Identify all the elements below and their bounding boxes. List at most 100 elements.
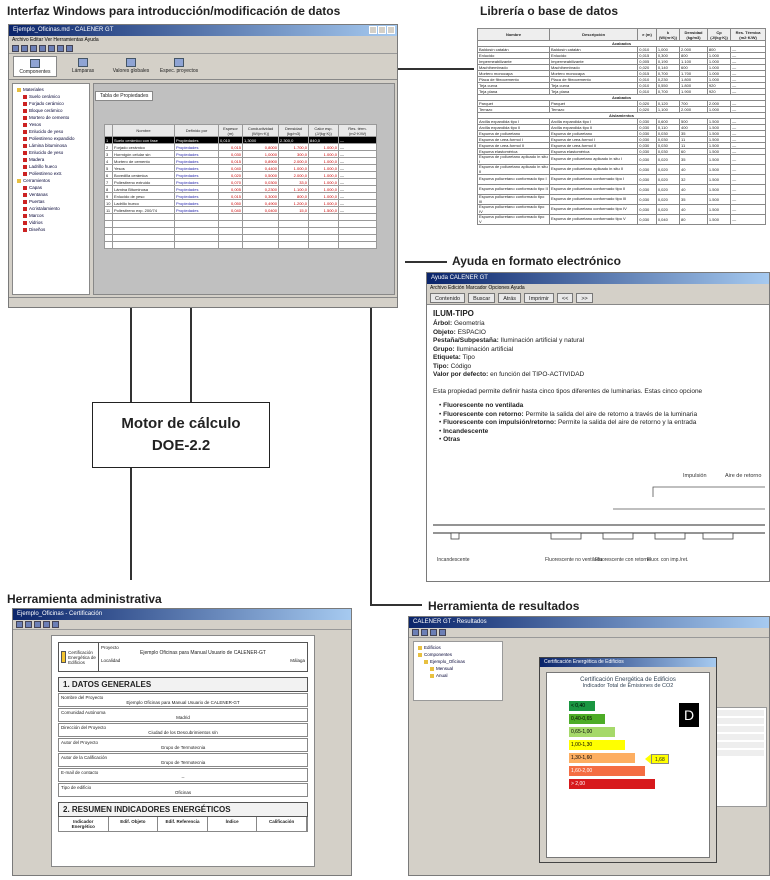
table-cell[interactable]: 1.100,0	[278, 185, 309, 193]
tree-item[interactable]: Marcos	[15, 212, 87, 219]
tree-item[interactable]: Ventanas	[15, 191, 87, 198]
table-cell[interactable]: 0,015	[218, 143, 243, 151]
open-icon[interactable]	[412, 629, 419, 636]
table-cell[interactable]: 0,015	[218, 192, 243, 200]
paste-icon[interactable]	[57, 45, 64, 52]
interfaz-menubar[interactable]: Archivo Editar Ver Herramientas Ayuda	[9, 36, 397, 44]
table-cell[interactable]: Suelo cerámico con fase	[112, 136, 175, 144]
table-cell[interactable]: 1.000,0	[278, 164, 309, 172]
table-cell[interactable]: 0,030	[218, 150, 243, 158]
print-icon[interactable]	[439, 629, 446, 636]
ayuda-menubar[interactable]: Archivo Edición Marcador Opciones Ayuda	[427, 284, 769, 292]
table-cell[interactable]: Propiedades	[174, 157, 219, 165]
table-cell[interactable]: 1.000,0	[308, 185, 339, 193]
table-cell[interactable]: 8	[104, 185, 113, 193]
tree-item[interactable]: Poliestireno extr.	[15, 170, 87, 177]
chart-icon[interactable]	[430, 629, 437, 636]
tab-componentes[interactable]: Componentes	[13, 56, 57, 77]
table-cell[interactable]: 7	[104, 178, 113, 186]
table-cell[interactable]: 5	[104, 164, 113, 172]
table-cell[interactable]: 2	[104, 143, 113, 151]
zoom-icon[interactable]	[34, 621, 41, 628]
table-cell[interactable]: Propiedades	[174, 136, 219, 144]
table-cell[interactable]: Bovedilla cerámica	[112, 171, 175, 179]
prev-page-icon[interactable]	[43, 621, 50, 628]
ayuda-button[interactable]: Atrás	[498, 293, 522, 303]
tree-item[interactable]: Ladrillo hueco	[15, 163, 87, 170]
table-cell[interactable]: Lámina Bituminosa	[112, 185, 175, 193]
table-cell[interactable]: 1.000,0	[308, 150, 339, 158]
tree-item[interactable]: Enlucido de yeso	[15, 149, 87, 156]
table-cell[interactable]: 15,0	[278, 206, 309, 214]
table-cell[interactable]: 0,4400	[242, 164, 279, 172]
table-cell[interactable]: Propiedades	[174, 164, 219, 172]
table-cell[interactable]: 0,3000	[242, 192, 279, 200]
table-cell[interactable]: 0,0400	[242, 206, 279, 214]
table-cell[interactable]: Hormigón celular sin	[112, 150, 175, 158]
table-cell[interactable]: 33,0	[278, 178, 309, 186]
tree-item[interactable]: Puertas	[15, 198, 87, 205]
grid-column-header[interactable]: Conductividad (W/(m·K))	[242, 124, 279, 137]
tree-item[interactable]: Yesos	[15, 121, 87, 128]
tree-item[interactable]: Acristalamiento	[15, 205, 87, 212]
grid-column-header[interactable]: Espesor (m)	[218, 124, 243, 137]
tree-item[interactable]: Bloque cerámico	[15, 107, 87, 114]
table-row[interactable]: 9 Enlucido de yeso Propiedades 0,015 0,3000 8…	[104, 192, 377, 200]
table-cell[interactable]: 1.000,0	[308, 143, 339, 151]
cut-icon[interactable]	[39, 45, 46, 52]
table-cell[interactable]: Propiedades	[174, 150, 219, 158]
table-cell[interactable]: 0,050	[218, 199, 243, 207]
tree-item[interactable]: Diseños	[15, 226, 87, 233]
table-cell[interactable]: 0,040	[218, 164, 243, 172]
table-cell[interactable]: 0,070	[218, 178, 243, 186]
table-cell[interactable]: 1.000,0	[308, 171, 339, 179]
tree-item[interactable]: Suelo cerámico	[15, 93, 87, 100]
minimize-button[interactable]	[369, 26, 377, 34]
table-cell[interactable]: —	[338, 164, 377, 172]
table-cell[interactable]: —	[338, 171, 377, 179]
tree-item[interactable]: Poliestireno expandido	[15, 135, 87, 142]
ayuda-button[interactable]: Contenido	[430, 293, 466, 303]
table-cell[interactable]: 300,0	[278, 150, 309, 158]
table-cell[interactable]: Propiedades	[174, 199, 219, 207]
tree-item[interactable]: Mortero de cemento	[15, 114, 87, 121]
table-cell[interactable]: Forjado cerámico	[112, 143, 175, 151]
table-cell[interactable]: 1.000,0	[308, 192, 339, 200]
help-icon[interactable]	[66, 45, 73, 52]
table-cell[interactable]: Mortero de cemento	[112, 157, 175, 165]
table-cell[interactable]: 2.000,0	[278, 171, 309, 179]
table-cell[interactable]: —	[338, 178, 377, 186]
tree-item[interactable]: Capas	[15, 184, 87, 191]
table-cell[interactable]: Propiedades	[174, 206, 219, 214]
grid-column-header[interactable]: Calor esp. (J/(kg·K))	[308, 124, 339, 137]
ayuda-button[interactable]: <<	[556, 293, 574, 303]
table-cell[interactable]: —	[338, 150, 377, 158]
table-cell[interactable]: Propiedades	[174, 192, 219, 200]
ayuda-button[interactable]: >>	[576, 293, 593, 303]
table-cell[interactable]: 0,020	[218, 171, 243, 179]
grid-column-header[interactable]: Definido por	[174, 124, 219, 137]
table-row[interactable]: 2 Forjado cerámico Propiedades 0,015 0,8000 1…	[104, 143, 377, 151]
table-cell[interactable]: 840,0	[308, 136, 339, 144]
table-cell[interactable]: 1,3000	[242, 136, 279, 144]
results-tree-item[interactable]: Componentes	[416, 651, 500, 658]
results-tree-item[interactable]: Anual	[416, 672, 500, 679]
table-row[interactable]: 7 Poliestireno extruido Propiedades 0,070 0,…	[104, 178, 377, 186]
new-icon[interactable]	[12, 45, 19, 52]
maximize-button[interactable]	[378, 26, 386, 34]
table-cell[interactable]: Poliestireno exp. 200/74	[112, 206, 175, 214]
table-cell[interactable]: —	[338, 143, 377, 151]
ayuda-button[interactable]: Imprimir	[524, 293, 554, 303]
table-row[interactable]: 4 Mortero de cemento Propiedades 0,015 0,890…	[104, 157, 377, 165]
table-cell[interactable]: 1.200,0	[278, 199, 309, 207]
table-cell[interactable]: 0,005	[218, 185, 243, 193]
table-row[interactable]: 1 Suelo cerámico con fase Propiedades 0,010…	[104, 136, 377, 144]
results-tree-item[interactable]: Mensual	[416, 665, 500, 672]
tree-item[interactable]: Vidrios	[15, 219, 87, 226]
table-cell[interactable]: —	[338, 192, 377, 200]
table-cell[interactable]: 1.000,0	[308, 164, 339, 172]
table-cell[interactable]: 1.500,0	[308, 206, 339, 214]
save-icon[interactable]	[421, 629, 428, 636]
grid-column-header[interactable]: Res. térm. (m2·K/W)	[338, 124, 377, 137]
results-tree-item[interactable]: Ejemplo_Oficinas	[416, 658, 500, 665]
